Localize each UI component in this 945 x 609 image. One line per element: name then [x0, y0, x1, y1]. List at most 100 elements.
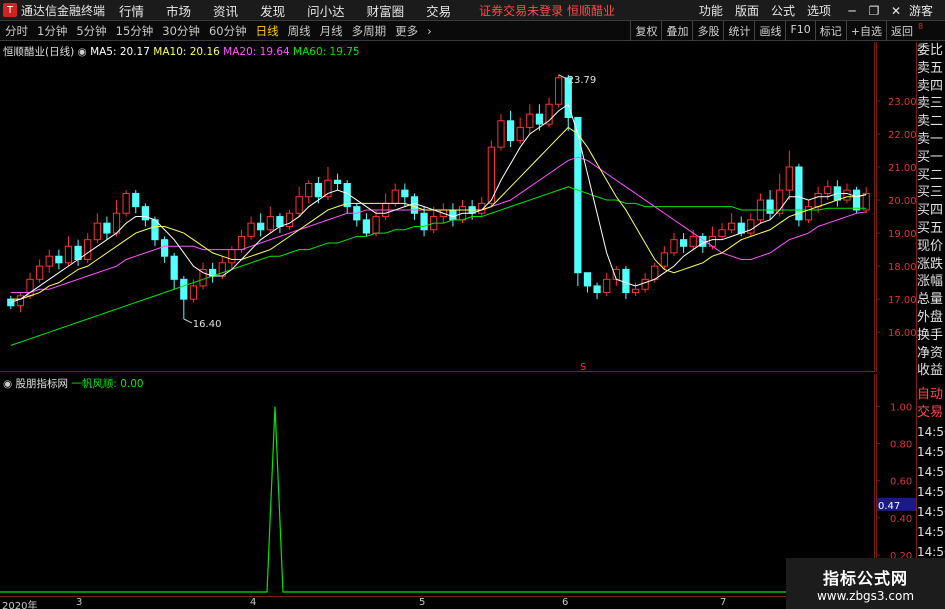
menu-ask[interactable]: 问小达	[307, 1, 345, 20]
candle	[804, 206, 813, 221]
close-icon[interactable]: ✕	[887, 4, 905, 18]
quote-panel-item: 现价	[917, 238, 944, 254]
chevron-right-icon[interactable]: ›	[427, 24, 432, 38]
tab-daily[interactable]: 日线	[256, 23, 279, 39]
ma60-value: MA60: 19.75	[293, 46, 360, 58]
candle	[555, 77, 563, 105]
quote-panel-item: 14:56	[917, 504, 945, 519]
toolbar-right-buttons: 复权 叠加 多股 统计 画线 F10 标记 +自选 返回	[630, 21, 917, 41]
quote-panel-item: 外盘	[917, 309, 944, 325]
x-label-7: 7	[720, 597, 727, 608]
indicator-name[interactable]: 股朋指标网	[16, 378, 69, 390]
quote-panel-item: 总量	[917, 292, 944, 308]
indicator-tick-label: 0.40	[890, 514, 912, 525]
candlestick-chart[interactable]: 23.79 16.40 S	[0, 42, 875, 372]
tab-multi-period[interactable]: 多周期	[352, 23, 387, 39]
candle	[324, 179, 332, 198]
menu-formula[interactable]: 公式	[771, 2, 795, 19]
candle	[583, 272, 592, 287]
quote-panel-item: 卖三	[917, 96, 944, 112]
mark-button[interactable]: 标记	[814, 21, 846, 41]
main-price-axis: 23.00 22.00 21.00 20.00 19.00 18.00 17.00 16.00	[876, 42, 916, 372]
quote-panel-item: 委比	[917, 43, 944, 58]
menu-market-quotes[interactable]: 行情	[119, 1, 144, 20]
tab-5min[interactable]: 5分钟	[76, 23, 106, 39]
menu-function[interactable]: 功能	[699, 2, 723, 19]
price-tick-label: 20.00	[888, 196, 916, 207]
menu-news[interactable]: 资讯	[213, 1, 238, 20]
candle	[737, 222, 745, 234]
candle	[160, 239, 169, 257]
candle	[305, 183, 313, 198]
candle	[84, 239, 92, 261]
user-label[interactable]: 游客	[909, 2, 933, 19]
draw-line-button[interactable]: 画线	[754, 21, 785, 41]
title-right: 功能 版面 公式 选项 ─ ❐ ✕ 游客	[699, 0, 945, 21]
indicator-tick-label: 0.60	[890, 477, 912, 488]
tab-30min[interactable]: 30分钟	[162, 23, 200, 39]
indicator-toggle-icon[interactable]: ◉	[3, 378, 12, 390]
quote-panel-item: 自动	[917, 387, 944, 403]
candle	[689, 235, 697, 247]
candle	[631, 288, 640, 294]
add-watchlist-button[interactable]: +自选	[845, 21, 886, 41]
overlay-button[interactable]: 叠加	[661, 21, 692, 41]
legend-toggle-icon[interactable]: ◉	[78, 46, 87, 58]
app-logo-icon: T	[3, 3, 17, 17]
candle	[112, 212, 121, 234]
stats-button[interactable]: 统计	[723, 21, 754, 41]
rights-button[interactable]: 复权	[630, 21, 661, 41]
candle	[506, 120, 515, 142]
menu-market[interactable]: 市场	[166, 1, 191, 20]
candle	[728, 222, 736, 231]
x-label-5: 5	[419, 597, 426, 608]
quote-panel-item: 卖一	[917, 131, 944, 147]
indicator-line-value: 一帆风顺: 0.00	[71, 378, 144, 390]
quote-panel-item: 卖二	[917, 114, 944, 130]
indicator-chart[interactable]	[0, 374, 875, 596]
price-tick-label: 18.00	[888, 262, 916, 273]
stock-name[interactable]: 恒顺醋业(日线)	[3, 46, 74, 58]
quote-panel-item: 交易	[917, 404, 944, 420]
x-label-4: 4	[250, 597, 257, 608]
main-legend: 恒顺醋业(日线) ◉ MA5: 20.17 MA10: 20.16 MA20: …	[3, 44, 360, 59]
menu-discover[interactable]: 发现	[260, 1, 285, 20]
tab-1min[interactable]: 1分钟	[37, 23, 67, 39]
x-label-6: 6	[562, 597, 569, 608]
tab-timeshare[interactable]: 分时	[5, 23, 28, 39]
menu-wealth[interactable]: 财富圈	[367, 1, 405, 20]
minimize-icon[interactable]: ─	[843, 4, 861, 18]
quote-panel-item: 14:56	[917, 524, 945, 539]
candle	[824, 186, 832, 194]
candle	[641, 278, 649, 290]
back-button[interactable]: 返回	[886, 21, 917, 41]
tab-60min[interactable]: 60分钟	[209, 23, 247, 39]
low-label: 16.40	[193, 319, 222, 330]
menu-options[interactable]: 选项	[807, 2, 831, 19]
restore-icon[interactable]: ❐	[865, 4, 883, 18]
menu-trade[interactable]: 交易	[426, 1, 451, 20]
candle	[766, 199, 774, 214]
candle	[516, 126, 524, 142]
price-tick-label: 22.00	[888, 130, 916, 141]
candle	[295, 196, 303, 214]
app-name: 通达信金融终端	[21, 3, 106, 18]
tab-more[interactable]: 更多	[395, 23, 418, 39]
menu-layout[interactable]: 版面	[735, 2, 759, 19]
tab-15min[interactable]: 15分钟	[116, 23, 154, 39]
candle	[36, 265, 44, 280]
candle	[257, 222, 265, 231]
candle	[362, 219, 371, 234]
price-tick-label: 17.00	[888, 295, 916, 306]
candle	[276, 216, 284, 227]
candle	[574, 116, 582, 274]
quote-panel-item: 买三	[917, 185, 944, 201]
candle	[180, 278, 188, 300]
multi-stock-button[interactable]: 多股	[692, 21, 723, 41]
tab-monthly[interactable]: 月线	[320, 23, 343, 39]
tab-weekly[interactable]: 周线	[288, 23, 311, 39]
f10-button[interactable]: F10	[785, 21, 814, 41]
quote-panel-item: 涨跌	[917, 256, 944, 272]
candle	[132, 192, 140, 208]
candle	[391, 189, 399, 204]
